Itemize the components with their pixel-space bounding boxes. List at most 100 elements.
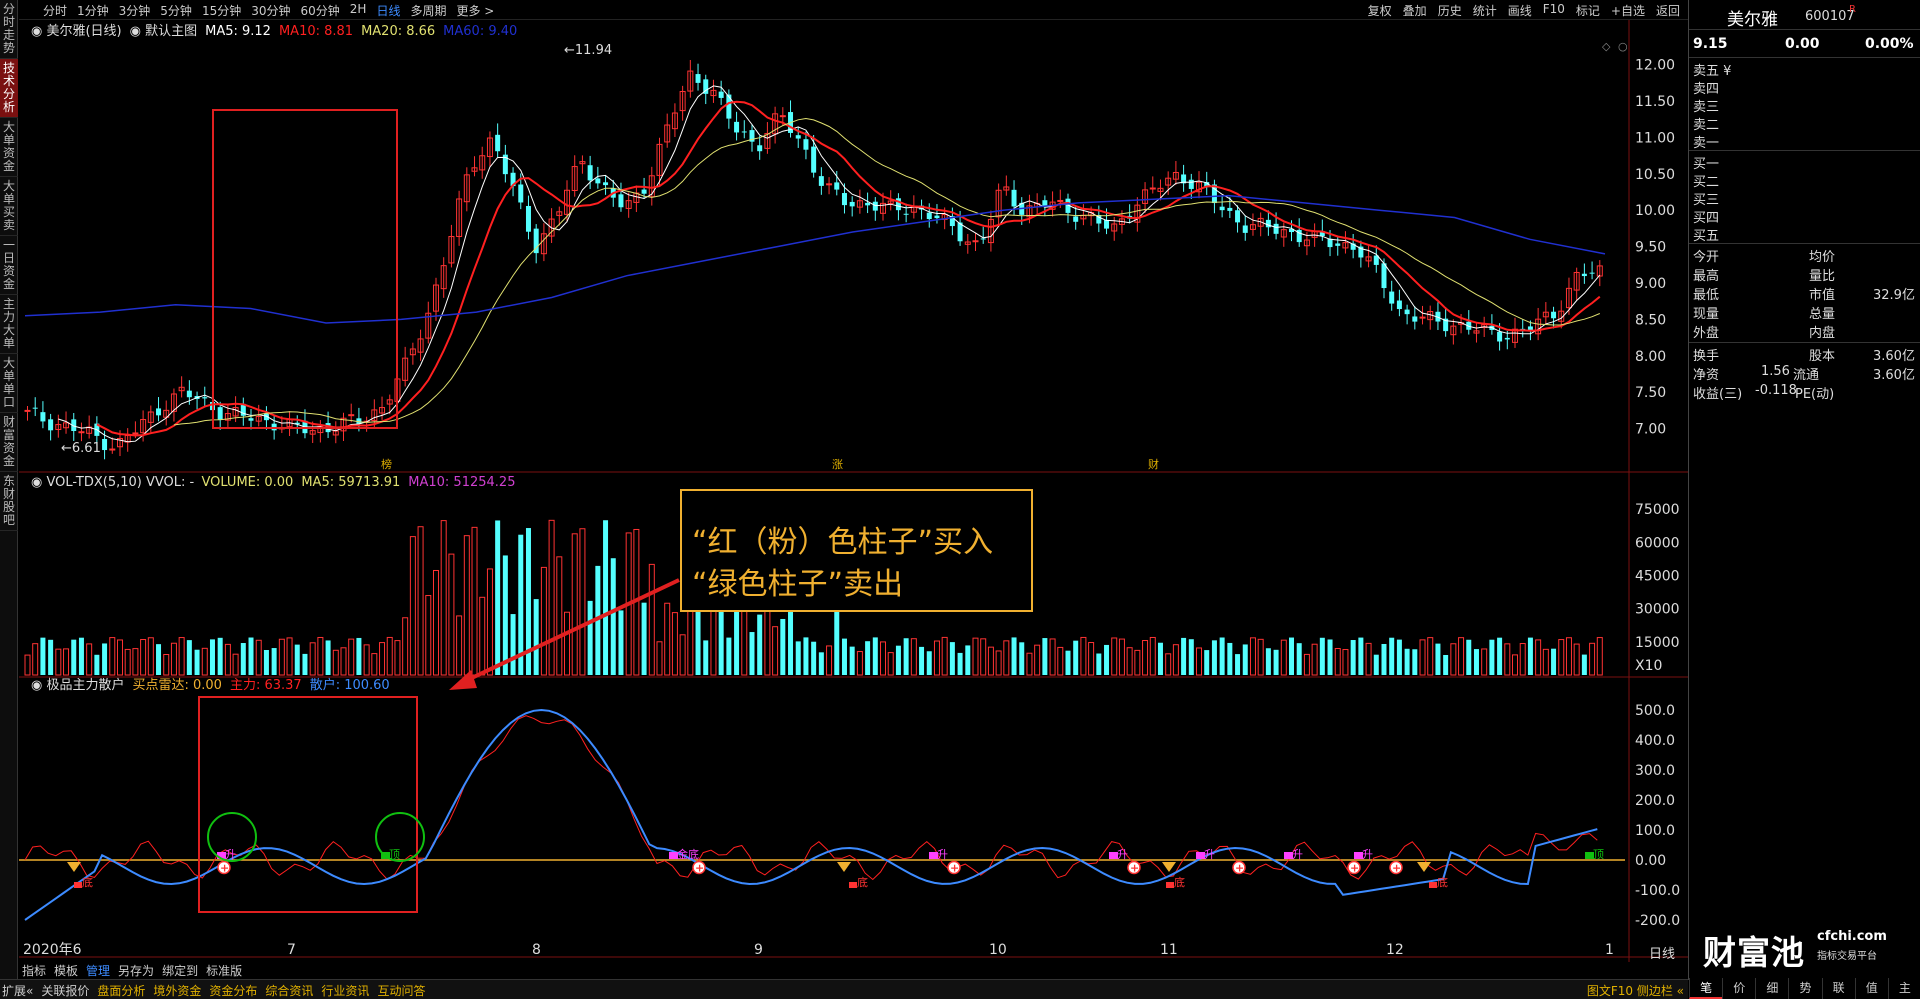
- sidebar-toggle[interactable]: 图文F10 侧边栏 «: [1587, 982, 1684, 999]
- stat-right-0: 均价: [1809, 250, 1836, 265]
- candle-body: [1073, 216, 1079, 222]
- tool-1[interactable]: 叠加: [1403, 2, 1427, 19]
- tool-8[interactable]: 返回: [1656, 2, 1680, 19]
- volume-bar: [957, 652, 963, 675]
- quote-header: 美尔雅 600107 R: [1689, 0, 1920, 30]
- period-0[interactable]: 分时: [43, 2, 67, 19]
- quote-tab-5[interactable]: 值: [1854, 978, 1888, 999]
- tool-3[interactable]: 统计: [1473, 2, 1497, 19]
- period-4[interactable]: 15分钟: [202, 2, 241, 19]
- left-tab-6[interactable]: 大单单口: [0, 354, 18, 413]
- indicator-axis-tick: -100.0: [1635, 883, 1680, 899]
- indicator-tab-2[interactable]: 管理: [86, 962, 110, 978]
- volume-bar: [841, 638, 847, 675]
- status-item-2[interactable]: 盘面分析: [97, 982, 145, 999]
- volume-bar: [386, 636, 393, 676]
- period-6[interactable]: 60分钟: [301, 2, 340, 19]
- volume-bar: [1404, 648, 1410, 675]
- quote-tab-3[interactable]: 势: [1788, 978, 1821, 999]
- tool-0[interactable]: 复权: [1368, 2, 1392, 19]
- indicator-tab-3[interactable]: 另存为: [118, 962, 154, 978]
- period-2[interactable]: 3分钟: [119, 2, 151, 19]
- candle-body: [980, 238, 986, 240]
- volume-bar: [941, 636, 948, 676]
- volume-axis-tick: 60000: [1635, 535, 1680, 551]
- status-item-6[interactable]: 行业资讯: [321, 982, 369, 999]
- volume-bar: [972, 637, 979, 676]
- volume-bar: [648, 563, 655, 676]
- tool-6[interactable]: 标记: [1576, 2, 1600, 19]
- close-icon[interactable]: ○: [1618, 40, 1628, 53]
- volume-bar: [1273, 649, 1279, 675]
- volume-bar: [1157, 642, 1163, 675]
- volume-bar: [764, 602, 771, 676]
- volume-bar: [1165, 653, 1172, 676]
- volume-bar: [741, 603, 748, 676]
- left-tab-7[interactable]: 财富资金: [0, 413, 18, 472]
- indicator-tab-5[interactable]: 标准版: [206, 962, 242, 978]
- period-7[interactable]: 2H: [350, 2, 367, 19]
- indicator-tab-0[interactable]: 指标: [22, 962, 46, 978]
- quote-tab-4[interactable]: 联: [1821, 978, 1855, 999]
- margin-badge: R: [1849, 4, 1856, 15]
- candle-body: [518, 184, 524, 203]
- volume-bar: [1458, 637, 1465, 676]
- volume-bar: [456, 615, 463, 676]
- left-tab-8[interactable]: 东财股吧: [0, 472, 18, 531]
- quote-tab-1[interactable]: 价: [1722, 978, 1755, 999]
- left-tab-0[interactable]: 分时走势: [0, 0, 18, 59]
- volume-bar: [124, 648, 131, 676]
- status-item-3[interactable]: 境外资金: [153, 982, 201, 999]
- status-item-7[interactable]: 互动问答: [377, 982, 425, 999]
- stat-extra-6: 3.60亿: [1873, 368, 1915, 383]
- volume-bar: [1204, 650, 1210, 675]
- left-tab-1[interactable]: 技术分析: [0, 59, 18, 118]
- candle-body: [1265, 219, 1271, 228]
- volume-bar: [194, 649, 200, 675]
- period-10[interactable]: 更多 >: [456, 2, 494, 19]
- collapse-icon[interactable]: ◇: [1602, 40, 1611, 53]
- quote-tab-6[interactable]: 主: [1887, 978, 1920, 999]
- left-tab-2[interactable]: 大单资金: [0, 118, 18, 177]
- period-8[interactable]: 日线: [376, 2, 400, 19]
- volume-bar: [757, 614, 763, 675]
- left-tab-3[interactable]: 大单买卖: [0, 177, 18, 236]
- sell-level-2: 卖二: [1693, 118, 1720, 133]
- tool-5[interactable]: F10: [1543, 2, 1565, 19]
- tool-4[interactable]: 画线: [1508, 2, 1532, 19]
- stat-extra-3: 净资: [1693, 368, 1720, 383]
- left-tab-4[interactable]: 一日资金: [0, 236, 18, 295]
- low-marker: ←6.61: [61, 441, 101, 456]
- period-9[interactable]: 多周期: [410, 2, 446, 19]
- indicator-tab-4[interactable]: 绑定到: [162, 962, 198, 978]
- divider: [1689, 150, 1920, 151]
- volume-bar: [232, 653, 239, 676]
- indicator-tab-1[interactable]: 模板: [54, 962, 78, 978]
- volume-bar: [1427, 637, 1434, 676]
- period-3[interactable]: 5分钟: [160, 2, 192, 19]
- tool-7[interactable]: +自选: [1611, 2, 1645, 19]
- volume-bar: [1235, 654, 1241, 675]
- status-item-1[interactable]: 关联报价: [41, 982, 89, 999]
- status-item-0[interactable]: 扩展«: [2, 982, 33, 999]
- status-item-4[interactable]: 资金分布: [209, 982, 257, 999]
- volume-bar: [1512, 654, 1519, 676]
- volume-bar: [671, 612, 678, 676]
- volume-bar: [417, 526, 424, 676]
- candle-body: [109, 448, 116, 451]
- quote-tab-0[interactable]: 笔: [1689, 978, 1723, 999]
- quote-tab-2[interactable]: 细: [1755, 978, 1788, 999]
- stat-extra-5: 流通: [1793, 368, 1820, 383]
- volume-axis-tick: 30000: [1635, 602, 1680, 618]
- period-5[interactable]: 30分钟: [251, 2, 290, 19]
- volume-bar: [734, 610, 740, 675]
- volume-bar: [1126, 647, 1133, 676]
- left-tab-5[interactable]: 主力大单: [0, 295, 18, 354]
- period-1[interactable]: 1分钟: [77, 2, 109, 19]
- sell-level-1: 卖一: [1693, 136, 1720, 151]
- tool-2[interactable]: 历史: [1438, 2, 1462, 19]
- volume-bar: [980, 638, 987, 676]
- status-item-5[interactable]: 综合资讯: [265, 982, 313, 999]
- stat-left-1: 最高: [1693, 269, 1720, 284]
- volume-bar: [1249, 637, 1256, 676]
